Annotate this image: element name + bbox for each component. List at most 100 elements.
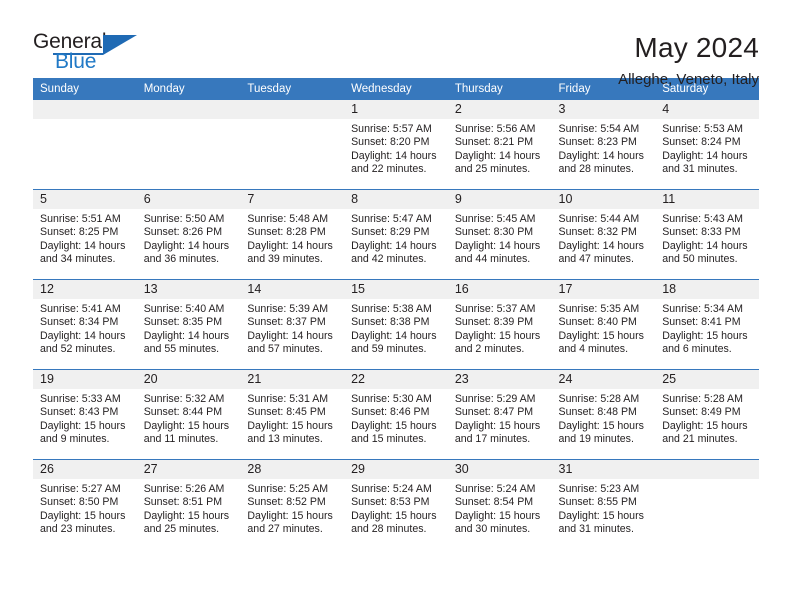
calendar-day-cell[interactable]: 4 Sunrise: 5:53 AM Sunset: 8:24 PM Daylight… bbox=[655, 100, 759, 190]
calendar-day-cell[interactable]: 3 Sunrise: 5:54 AM Sunset: 8:23 PM Daylight… bbox=[551, 100, 656, 190]
calendar-day-cell[interactable]: 25 Sunrise: 5:28 AM Sunset: 8:49 PM Dayligh… bbox=[655, 369, 759, 460]
day-number: 15 bbox=[344, 280, 448, 299]
calendar-grid: Sunday Monday Tuesday Wednesday Thursday… bbox=[33, 78, 759, 549]
day-number: 28 bbox=[240, 460, 345, 479]
day-detail-line: and 22 minutes. bbox=[351, 163, 427, 176]
day-detail-line: and 6 minutes. bbox=[662, 343, 732, 356]
calendar-day-cell[interactable]: 7 Sunrise: 5:48 AM Sunset: 8:28 PM Daylight… bbox=[240, 189, 345, 280]
calendar-day-cell[interactable]: 10 Sunrise: 5:44 AM Sunset: 8:32 PM Dayligh… bbox=[551, 189, 656, 280]
day-detail-line: Sunrise: 5:23 AM bbox=[558, 483, 640, 495]
day-detail-line: Sunrise: 5:50 AM bbox=[143, 213, 225, 225]
day-detail-line: Sunset: 8:30 PM bbox=[454, 226, 534, 239]
day-detail-line: Sunrise: 5:26 AM bbox=[143, 483, 225, 495]
day-detail-line: and 57 minutes. bbox=[247, 343, 323, 356]
day-detail-line: Sunrise: 5:43 AM bbox=[662, 213, 743, 225]
day-number: 19 bbox=[33, 370, 137, 389]
calendar-day-cell[interactable]: 30 Sunrise: 5:24 AM Sunset: 8:54 PM Dayligh… bbox=[447, 459, 552, 549]
day-detail-line: Sunset: 8:52 PM bbox=[247, 496, 326, 509]
day-detail-line: and 17 minutes. bbox=[454, 433, 531, 446]
day-detail-line: Daylight: 15 hours bbox=[454, 329, 541, 342]
day-detail-line: Sunrise: 5:45 AM bbox=[454, 213, 536, 225]
calendar-day-cell[interactable]: 8 Sunrise: 5:47 AM Sunset: 8:29 PM Daylight… bbox=[344, 189, 448, 280]
calendar-day-cell[interactable]: 19 Sunrise: 5:33 AM Sunset: 8:43 PM Dayligh… bbox=[33, 369, 137, 460]
calendar-week-row: 26 Sunrise: 5:27 AM Sunset: 8:50 PM Dayligh… bbox=[33, 459, 759, 549]
calendar-day-cell[interactable]: 17 Sunrise: 5:35 AM Sunset: 8:40 PM Dayligh… bbox=[551, 279, 656, 370]
calendar-day-cell[interactable]: 31 Sunrise: 5:23 AM Sunset: 8:55 PM Dayligh… bbox=[551, 459, 656, 549]
day-detail-line: Sunset: 8:46 PM bbox=[351, 406, 430, 419]
weekday-header-sunday: Sunday bbox=[33, 78, 137, 100]
day-detail-line: and 28 minutes. bbox=[558, 163, 634, 176]
calendar-day-cell[interactable]: 24 Sunrise: 5:28 AM Sunset: 8:48 PM Dayligh… bbox=[551, 369, 656, 460]
day-detail-line: and 42 minutes. bbox=[351, 253, 427, 266]
day-detail-line: and 36 minutes. bbox=[143, 253, 220, 266]
day-details: Sunrise: 5:25 AM Sunset: 8:52 PM Daylight:… bbox=[240, 479, 344, 537]
day-detail-line: and 52 minutes. bbox=[40, 343, 116, 356]
day-detail-line: Sunrise: 5:38 AM bbox=[351, 303, 432, 315]
calendar-week-row: 12 Sunrise: 5:41 AM Sunset: 8:34 PM Dayligh… bbox=[33, 279, 759, 370]
calendar-day-cell[interactable]: 13 Sunrise: 5:40 AM Sunset: 8:35 PM Dayligh… bbox=[136, 279, 241, 370]
calendar-day-cell[interactable]: 21 Sunrise: 5:31 AM Sunset: 8:45 PM Dayligh… bbox=[240, 369, 345, 460]
calendar-day-cell[interactable]: 23 Sunrise: 5:29 AM Sunset: 8:47 PM Dayligh… bbox=[447, 369, 552, 460]
day-detail-line: Daylight: 14 hours bbox=[454, 149, 541, 162]
calendar-day-cell[interactable]: 1 Sunrise: 5:57 AM Sunset: 8:20 PM Daylight… bbox=[344, 100, 448, 190]
day-detail-line: Sunrise: 5:32 AM bbox=[143, 393, 225, 405]
calendar-day-cell[interactable]: 5 Sunrise: 5:51 AM Sunset: 8:25 PM Daylight… bbox=[33, 189, 137, 280]
calendar-day-cell[interactable]: 16 Sunrise: 5:37 AM Sunset: 8:39 PM Dayligh… bbox=[447, 279, 552, 370]
calendar-day-cell[interactable]: 22 Sunrise: 5:30 AM Sunset: 8:46 PM Dayligh… bbox=[344, 369, 448, 460]
calendar-day-cell[interactable]: 12 Sunrise: 5:41 AM Sunset: 8:34 PM Dayligh… bbox=[33, 279, 137, 370]
day-number bbox=[33, 100, 137, 119]
day-detail-line: and 11 minutes. bbox=[143, 433, 219, 446]
day-number: 30 bbox=[447, 460, 552, 479]
brand-name-bottom: Blue bbox=[55, 50, 97, 73]
day-detail-line: Sunset: 8:20 PM bbox=[351, 136, 430, 149]
day-detail-line: Daylight: 14 hours bbox=[662, 239, 748, 252]
calendar-day-cell[interactable]: 29 Sunrise: 5:24 AM Sunset: 8:53 PM Dayligh… bbox=[344, 459, 448, 549]
day-detail-line: and 19 minutes. bbox=[558, 433, 634, 446]
day-number: 11 bbox=[655, 190, 759, 209]
day-details: Sunrise: 5:44 AM Sunset: 8:32 PM Daylight:… bbox=[552, 209, 656, 267]
day-number: 22 bbox=[344, 370, 448, 389]
day-details bbox=[655, 479, 759, 483]
calendar-day-cell[interactable]: 2 Sunrise: 5:56 AM Sunset: 8:21 PM Daylight… bbox=[447, 100, 552, 190]
day-details: Sunrise: 5:39 AM Sunset: 8:37 PM Daylight:… bbox=[240, 299, 344, 357]
day-detail-line: Sunrise: 5:56 AM bbox=[454, 123, 536, 135]
day-detail-line: Sunset: 8:53 PM bbox=[351, 496, 430, 509]
calendar-day-cell[interactable]: 6 Sunrise: 5:50 AM Sunset: 8:26 PM Daylight… bbox=[136, 189, 241, 280]
day-number: 4 bbox=[655, 100, 759, 119]
brand-logo[interactable]: General Blue bbox=[33, 30, 145, 78]
calendar-day-cell[interactable]: 18 Sunrise: 5:34 AM Sunset: 8:41 PM Dayligh… bbox=[655, 279, 759, 370]
day-detail-line: Daylight: 14 hours bbox=[351, 239, 437, 252]
day-details: Sunrise: 5:26 AM Sunset: 8:51 PM Daylight:… bbox=[137, 479, 241, 537]
day-detail-line: Daylight: 15 hours bbox=[558, 419, 644, 432]
day-detail-line: Sunset: 8:44 PM bbox=[143, 406, 223, 419]
day-details: Sunrise: 5:54 AM Sunset: 8:23 PM Daylight:… bbox=[552, 119, 656, 177]
calendar-day-cell[interactable]: 11 Sunrise: 5:43 AM Sunset: 8:33 PM Dayligh… bbox=[655, 189, 759, 280]
day-detail-line: Sunrise: 5:53 AM bbox=[662, 123, 743, 135]
day-detail-line: Sunset: 8:54 PM bbox=[454, 496, 534, 509]
day-detail-line: Sunrise: 5:37 AM bbox=[454, 303, 536, 315]
day-detail-line: Sunrise: 5:30 AM bbox=[351, 393, 432, 405]
day-detail-line: and 27 minutes. bbox=[247, 523, 323, 536]
day-details: Sunrise: 5:45 AM Sunset: 8:30 PM Daylight:… bbox=[448, 209, 552, 267]
day-detail-line: Daylight: 14 hours bbox=[40, 329, 126, 342]
day-details: Sunrise: 5:33 AM Sunset: 8:43 PM Daylight:… bbox=[33, 389, 137, 447]
day-detail-line: Sunset: 8:48 PM bbox=[558, 406, 637, 419]
day-detail-line: Sunrise: 5:28 AM bbox=[558, 393, 640, 405]
calendar-day-cell[interactable]: 20 Sunrise: 5:32 AM Sunset: 8:44 PM Dayligh… bbox=[136, 369, 241, 460]
day-detail-line: Sunrise: 5:31 AM bbox=[247, 393, 329, 405]
calendar-day-cell[interactable]: 26 Sunrise: 5:27 AM Sunset: 8:50 PM Dayligh… bbox=[33, 459, 137, 549]
calendar-day-cell[interactable]: 14 Sunrise: 5:39 AM Sunset: 8:37 PM Dayligh… bbox=[240, 279, 345, 370]
day-detail-line: and 2 minutes. bbox=[454, 343, 525, 356]
day-number: 26 bbox=[33, 460, 137, 479]
day-number: 21 bbox=[240, 370, 345, 389]
calendar-day-cell[interactable]: 9 Sunrise: 5:45 AM Sunset: 8:30 PM Daylight… bbox=[447, 189, 552, 280]
calendar-day-cell[interactable]: 15 Sunrise: 5:38 AM Sunset: 8:38 PM Dayligh… bbox=[344, 279, 448, 370]
calendar-day-cell[interactable]: 28 Sunrise: 5:25 AM Sunset: 8:52 PM Dayligh… bbox=[240, 459, 345, 549]
day-number: 16 bbox=[447, 280, 552, 299]
calendar-day-cell[interactable]: 27 Sunrise: 5:26 AM Sunset: 8:51 PM Dayligh… bbox=[136, 459, 241, 549]
day-detail-line: Sunset: 8:23 PM bbox=[558, 136, 637, 149]
day-number: 27 bbox=[136, 460, 241, 479]
day-detail-line: Daylight: 14 hours bbox=[662, 149, 748, 162]
calendar-day-cell-empty bbox=[240, 100, 345, 190]
day-detail-line: Sunrise: 5:29 AM bbox=[454, 393, 536, 405]
